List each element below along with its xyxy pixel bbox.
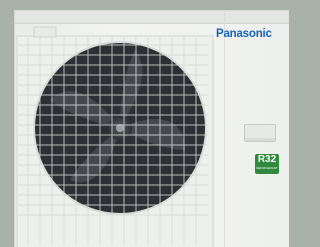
refrigerant-badge: R32 REFRIGERANT xyxy=(255,154,279,174)
outdoor-unit-photo: Panasonic R32 REFRIGERANT xyxy=(0,0,289,247)
corner-vent xyxy=(33,26,57,38)
handle-icon xyxy=(244,124,276,142)
brand-logo: Panasonic xyxy=(216,28,272,40)
refrigerant-sublabel: REFRIGERANT xyxy=(256,166,278,170)
refrigerant-label: R32 xyxy=(257,154,277,165)
